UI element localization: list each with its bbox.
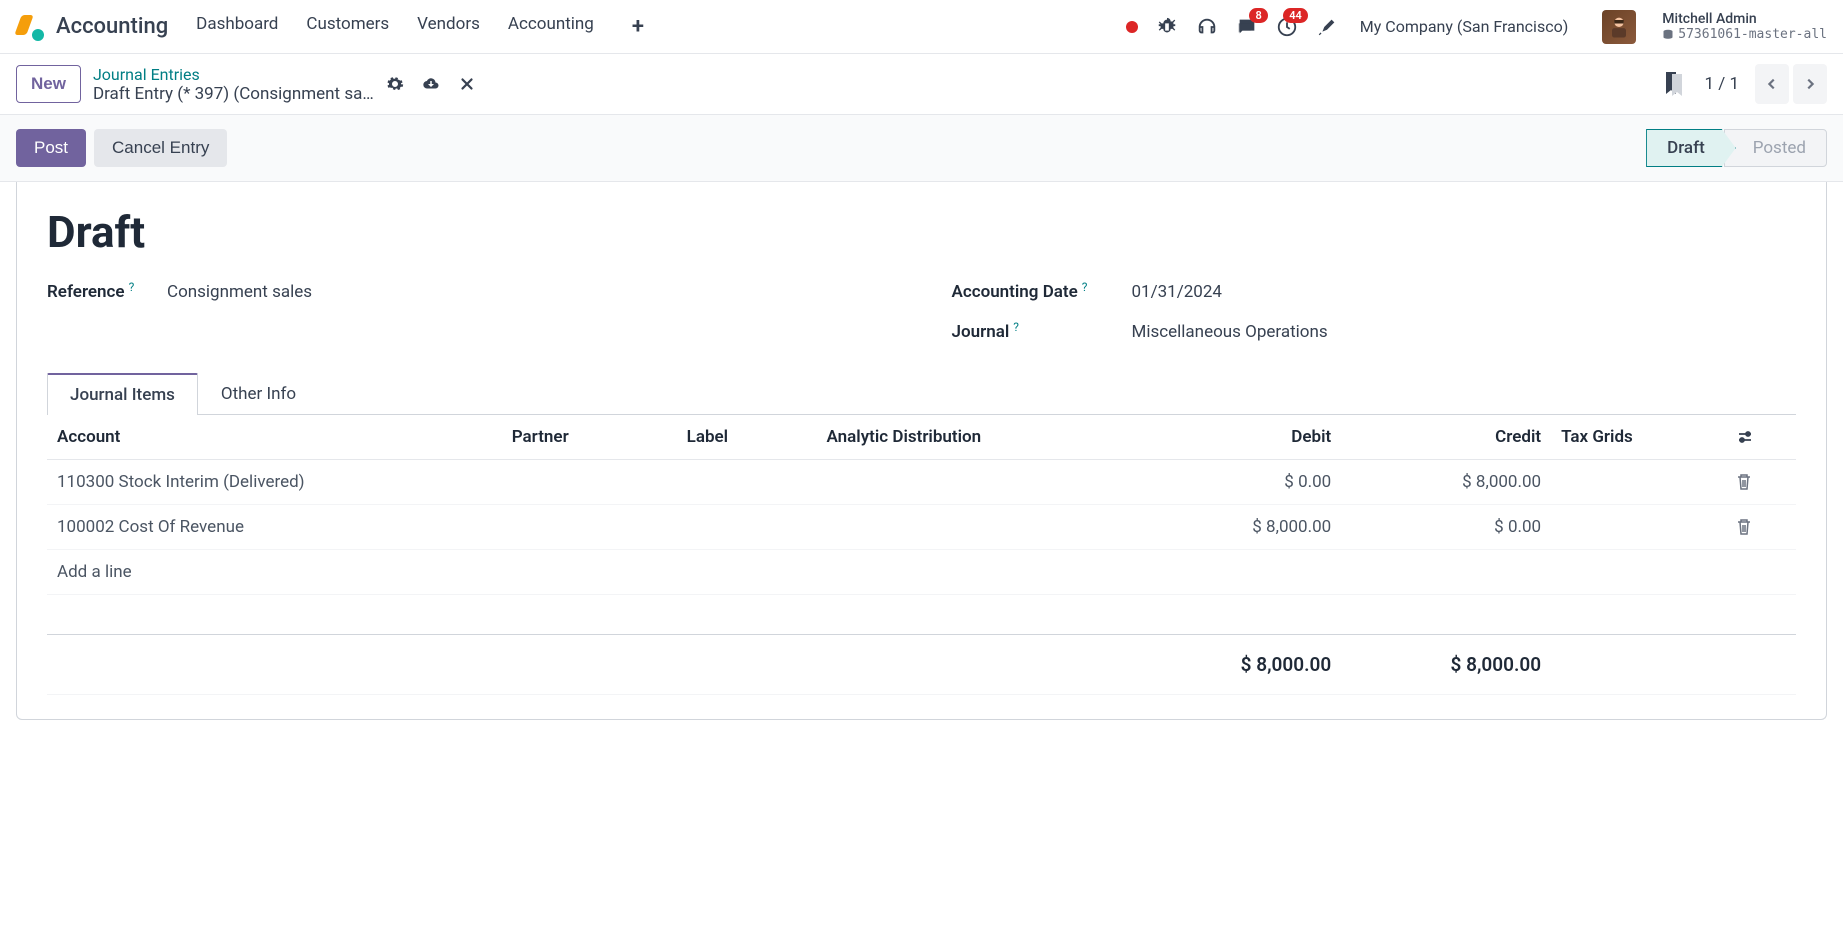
reference-label: Reference? [47, 282, 147, 302]
total-debit: $ 8,000.00 [1131, 635, 1341, 695]
cell-debit[interactable]: $ 0.00 [1131, 460, 1341, 505]
activities-badge: 44 [1283, 8, 1308, 23]
breadcrumb-parent[interactable]: Journal Entries [93, 65, 374, 84]
col-credit[interactable]: Credit [1341, 415, 1551, 460]
company-selector[interactable]: My Company (San Francisco) [1360, 17, 1569, 36]
col-debit[interactable]: Debit [1131, 415, 1341, 460]
cell-analytic[interactable] [817, 460, 1132, 505]
new-button[interactable]: New [16, 65, 81, 103]
reference-value[interactable]: Consignment sales [167, 282, 312, 302]
journal-label: Journal? [952, 322, 1112, 342]
cell-account[interactable]: 110300 Stock Interim (Delivered) [47, 460, 502, 505]
tabs: Journal Items Other Info [47, 372, 1796, 415]
pager-text: 1 / 1 [1704, 74, 1739, 94]
col-partner[interactable]: Partner [502, 415, 677, 460]
cell-debit[interactable]: $ 8,000.00 [1131, 505, 1341, 550]
tab-journal-items[interactable]: Journal Items [47, 373, 198, 415]
cell-tax-grids[interactable] [1551, 460, 1726, 505]
status-draft[interactable]: Draft [1646, 129, 1736, 167]
col-tax-grids[interactable]: Tax Grids [1551, 415, 1726, 460]
gear-icon[interactable] [386, 75, 404, 93]
support-icon[interactable] [1196, 16, 1218, 38]
cell-analytic[interactable] [817, 505, 1132, 550]
table-row[interactable]: 110300 Stock Interim (Delivered) $ 0.00 … [47, 460, 1796, 505]
journal-value[interactable]: Miscellaneous Operations [1132, 322, 1328, 342]
user-avatar[interactable] [1602, 10, 1636, 44]
delete-row-icon[interactable] [1736, 473, 1752, 491]
cancel-entry-button[interactable]: Cancel Entry [94, 129, 227, 167]
nav-menu: Dashboard Customers Vendors Accounting + [196, 14, 644, 39]
pager-prev-button[interactable] [1755, 64, 1789, 104]
discard-icon[interactable] [458, 75, 476, 93]
accounting-date-label: Accounting Date? [952, 282, 1112, 302]
top-nav: Accounting Dashboard Customers Vendors A… [0, 0, 1843, 54]
cell-tax-grids[interactable] [1551, 505, 1726, 550]
cell-label[interactable] [677, 505, 817, 550]
col-settings[interactable] [1726, 415, 1796, 460]
col-analytic[interactable]: Analytic Distribution [817, 415, 1132, 460]
journal-items-table: Account Partner Label Analytic Distribut… [47, 415, 1796, 695]
cell-credit[interactable]: $ 0.00 [1341, 505, 1551, 550]
status-posted[interactable]: Posted [1724, 129, 1827, 167]
col-label[interactable]: Label [677, 415, 817, 460]
post-button[interactable]: Post [16, 129, 86, 167]
cell-account[interactable]: 100002 Cost Of Revenue [47, 505, 502, 550]
col-account[interactable]: Account [47, 415, 502, 460]
nav-add-menu[interactable]: + [632, 14, 644, 39]
page-title: Draft [47, 206, 1796, 258]
form-sheet: Draft Reference? Consignment sales Accou… [16, 182, 1827, 720]
cell-partner[interactable] [502, 460, 677, 505]
nav-accounting[interactable]: Accounting [508, 14, 594, 39]
user-info[interactable]: Mitchell Admin 57361061-master-all [1662, 11, 1827, 42]
totals-row: $ 8,000.00 $ 8,000.00 [47, 635, 1796, 695]
add-line-button[interactable]: Add a line [47, 550, 1796, 595]
tab-other-info[interactable]: Other Info [198, 373, 319, 415]
app-title[interactable]: Accounting [56, 14, 168, 39]
delete-row-icon[interactable] [1736, 518, 1752, 536]
nav-vendors[interactable]: Vendors [417, 14, 480, 39]
app-logo[interactable] [16, 13, 44, 41]
messages-icon[interactable]: 8 [1236, 16, 1258, 38]
db-name: 57361061-master-all [1662, 27, 1827, 42]
cell-label[interactable] [677, 460, 817, 505]
bookmark-icon[interactable] [1664, 72, 1684, 96]
cloud-save-icon[interactable] [422, 75, 440, 93]
user-name: Mitchell Admin [1662, 11, 1827, 27]
breadcrumb: Journal Entries Draft Entry (* 397) (Con… [93, 65, 374, 104]
database-icon [1662, 29, 1674, 41]
breadcrumb-current: Draft Entry (* 397) (Consignment sa… [93, 84, 374, 104]
column-settings-icon [1736, 428, 1754, 446]
nav-dashboard[interactable]: Dashboard [196, 14, 278, 39]
pager-next-button[interactable] [1793, 64, 1827, 104]
tools-icon[interactable] [1316, 16, 1338, 38]
action-bar: Post Cancel Entry Draft Posted [0, 115, 1843, 182]
accounting-date-value[interactable]: 01/31/2024 [1132, 282, 1222, 302]
help-icon[interactable]: ? [1082, 280, 1088, 294]
total-credit: $ 8,000.00 [1341, 635, 1551, 695]
recording-indicator-icon [1126, 21, 1138, 33]
table-row[interactable]: 100002 Cost Of Revenue $ 8,000.00 $ 0.00 [47, 505, 1796, 550]
control-row: New Journal Entries Draft Entry (* 397) … [0, 54, 1843, 115]
status-bar: Draft Posted [1646, 129, 1827, 167]
messages-badge: 8 [1249, 8, 1267, 23]
nav-customers[interactable]: Customers [306, 14, 389, 39]
cell-credit[interactable]: $ 8,000.00 [1341, 460, 1551, 505]
help-icon[interactable]: ? [1013, 320, 1019, 334]
activities-icon[interactable]: 44 [1276, 16, 1298, 38]
debug-icon[interactable] [1156, 16, 1178, 38]
nav-icons: 8 44 My Company (San Francisco) Mitchell… [1126, 10, 1827, 44]
cell-partner[interactable] [502, 505, 677, 550]
help-icon[interactable]: ? [129, 280, 135, 294]
